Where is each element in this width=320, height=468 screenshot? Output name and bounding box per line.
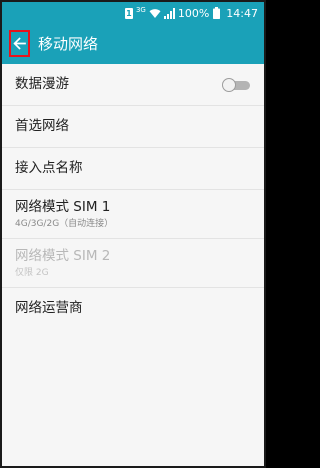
sim-card-icon: 1 — [124, 7, 133, 19]
network-type-label: 3G — [135, 6, 146, 14]
arrow-left-icon — [13, 37, 26, 50]
setting-network-mode-sim2: 网络模式 SIM 2 仅限 2G — [2, 239, 264, 288]
back-button[interactable] — [9, 30, 30, 57]
cell-signal-icon — [163, 7, 175, 19]
setting-network-mode-sim1[interactable]: 网络模式 SIM 1 4G/3G/2G（自动连接） — [2, 190, 264, 239]
status-time: 14:47 — [226, 6, 258, 20]
setting-title: 网络模式 SIM 2 — [15, 248, 111, 264]
page-title: 移动网络 — [38, 35, 99, 53]
status-bar: 1 3G 100% 14:47 — [2, 2, 264, 24]
setting-access-point-names[interactable]: 接入点名称 — [2, 148, 264, 190]
battery-percent: 100% — [177, 6, 210, 20]
setting-preferred-network[interactable]: 首选网络 — [2, 106, 264, 148]
app-bar: 移动网络 — [2, 24, 264, 64]
setting-title: 网络运营商 — [15, 300, 83, 316]
data-roaming-toggle[interactable] — [222, 78, 250, 92]
status-icons: 1 3G 100% 14:47 — [124, 5, 258, 21]
setting-network-operators[interactable]: 网络运营商 — [2, 288, 264, 330]
setting-data-roaming[interactable]: 数据漫游 — [2, 64, 264, 106]
setting-title: 数据漫游 — [15, 76, 69, 92]
setting-subtitle: 4G/3G/2G（自动连接） — [15, 219, 114, 229]
phone-screen: 1 3G 100% 14:47 移动网络 数据漫游 首选网络 接入点名称 网络模… — [0, 0, 266, 468]
settings-list: 数据漫游 首选网络 接入点名称 网络模式 SIM 1 4G/3G/2G（自动连接… — [2, 64, 264, 330]
wifi-icon — [149, 8, 161, 19]
toggle-thumb — [222, 78, 236, 92]
setting-subtitle: 仅限 2G — [15, 268, 49, 278]
setting-title: 网络模式 SIM 1 — [15, 199, 111, 215]
setting-title: 首选网络 — [15, 118, 69, 134]
battery-icon — [213, 7, 221, 19]
setting-title: 接入点名称 — [15, 160, 83, 176]
